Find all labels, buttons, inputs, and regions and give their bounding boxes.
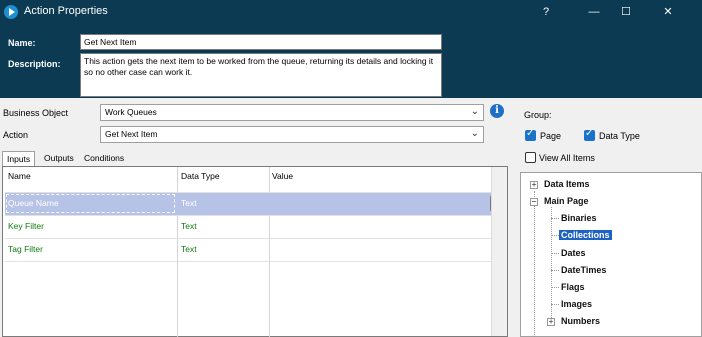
business-object-select[interactable]: Work Queues ⌄ [100, 104, 484, 121]
tree-item-numbers[interactable]: Numbers [561, 316, 600, 326]
description-field[interactable]: This action gets the next item to be wor… [80, 53, 442, 97]
expand-icon[interactable]: + [530, 181, 538, 189]
table-row[interactable]: Queue Name Text [5, 193, 503, 215]
tab-outputs[interactable]: Outputs [40, 151, 78, 166]
view-all-items-label: View All Items [539, 153, 595, 163]
column-header-data-type: Data Type [181, 171, 220, 181]
tree-connector [551, 218, 559, 219]
tree-item-collections[interactable]: Collections [559, 230, 612, 240]
page-checkbox[interactable] [525, 128, 536, 141]
row-name[interactable]: Tag Filter [8, 244, 43, 254]
tab-conditions[interactable]: Conditions [80, 151, 128, 166]
tree-item-dates[interactable]: Dates [561, 248, 586, 258]
row-divider [5, 261, 493, 262]
window-title: Action Properties [24, 5, 108, 17]
name-field[interactable]: Get Next Item [80, 34, 442, 50]
grid-scrollbar[interactable] [491, 167, 507, 336]
tree-connector [551, 304, 559, 305]
data-items-tree: + Data Items − Main Page Binaries Collec… [520, 172, 702, 337]
group-label: Group: [524, 110, 552, 120]
tree-connector [551, 270, 559, 271]
row-data-type: Text [181, 198, 197, 208]
tree-item-datetimes[interactable]: DateTimes [561, 265, 606, 275]
title-bar: Action Properties ? — ☐ ✕ [0, 0, 702, 24]
tab-inputs[interactable]: Inputs [2, 151, 36, 166]
chevron-down-icon: ⌄ [470, 106, 479, 117]
tree-connector [551, 235, 559, 236]
tree-item-flags[interactable]: Flags [561, 282, 585, 292]
name-label: Name: [8, 38, 36, 48]
action-header-panel: Name: Get Next Item Description: This ac… [0, 24, 702, 98]
tree-item-main-page[interactable]: Main Page [544, 196, 589, 206]
app-icon [4, 5, 18, 19]
row-name[interactable]: Key Filter [8, 221, 44, 231]
tree-item-data-items[interactable]: Data Items [544, 179, 590, 189]
column-header-name: Name [8, 171, 31, 181]
chevron-down-icon: ⌄ [470, 128, 479, 139]
row-data-type: Text [181, 244, 197, 254]
inputs-grid: Name Data Type Value Queue Name Text Key… [2, 166, 508, 337]
business-object-value: Work Queues [105, 107, 157, 117]
data-type-checkbox-label: Data Type [599, 131, 640, 141]
tree-connector [534, 191, 535, 337]
row-data-type: Text [181, 221, 197, 231]
collapse-icon[interactable]: − [530, 198, 538, 206]
action-value: Get Next Item [105, 129, 158, 139]
business-object-label: Business Object [3, 108, 69, 118]
expand-icon[interactable]: + [547, 318, 555, 326]
help-button[interactable]: ? [532, 2, 560, 22]
close-button[interactable]: ✕ [654, 2, 682, 22]
tree-item-images[interactable]: Images [561, 299, 592, 309]
data-type-checkbox[interactable] [584, 128, 595, 141]
info-icon[interactable]: i [490, 104, 504, 118]
description-label: Description: [8, 59, 61, 69]
maximize-button[interactable]: ☐ [612, 2, 640, 22]
tree-connector [551, 253, 559, 254]
row-name[interactable]: Queue Name [8, 198, 59, 208]
table-row[interactable]: Key Filter Text [5, 216, 493, 238]
page-checkbox-label: Page [540, 131, 562, 141]
tree-connector [551, 287, 559, 288]
column-header-value: Value [272, 171, 294, 181]
table-row[interactable]: Tag Filter Text [5, 239, 493, 261]
tree-item-binaries[interactable]: Binaries [561, 213, 597, 223]
minimize-button[interactable]: — [580, 2, 608, 22]
action-label: Action [3, 130, 29, 140]
view-all-items-checkbox[interactable] [525, 152, 536, 163]
action-select[interactable]: Get Next Item ⌄ [100, 126, 484, 143]
